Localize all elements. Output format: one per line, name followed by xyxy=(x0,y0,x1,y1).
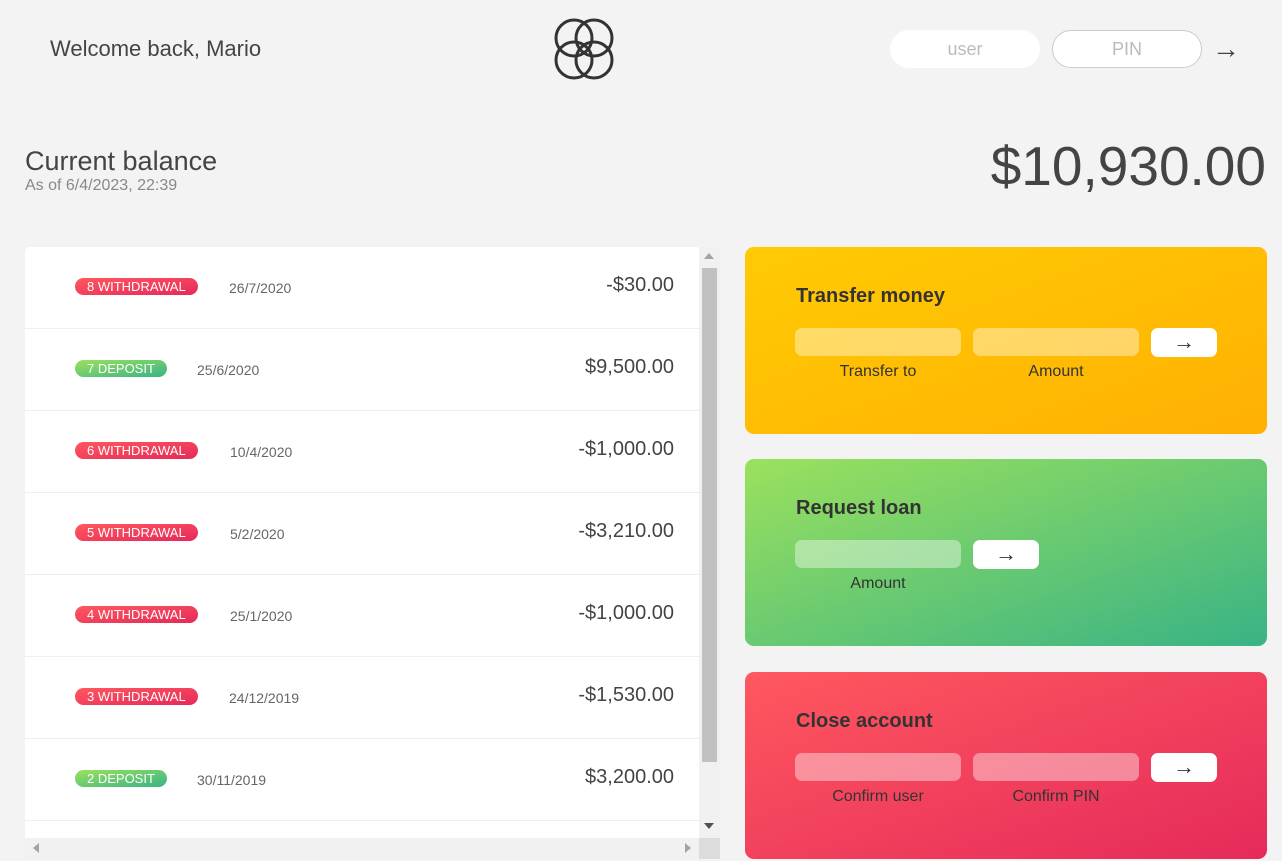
movement-type-badge: 3 WITHDRAWAL xyxy=(75,688,198,705)
movement-value: -$1,000.00 xyxy=(578,438,674,460)
movement-type-badge: 4 WITHDRAWAL xyxy=(75,606,198,623)
transfer-amount-label: Amount xyxy=(1028,363,1084,380)
movement-row: 7 DEPOSIT 25/6/2020 $9,500.00 xyxy=(25,329,699,411)
movement-value: -$1,530.00 xyxy=(578,684,674,706)
movement-row: 6 WITHDRAWAL 10/4/2020 -$1,000.00 xyxy=(25,411,699,493)
transfer-title: Transfer money xyxy=(796,285,945,307)
close-submit-button[interactable]: → xyxy=(1151,753,1217,782)
movement-value: -$1,000.00 xyxy=(578,602,674,624)
movement-date: 25/1/2020 xyxy=(230,608,293,624)
scroll-left-arrow-icon[interactable] xyxy=(33,843,39,853)
scroll-right-arrow-icon[interactable] xyxy=(685,843,691,853)
loan-amount-label: Amount xyxy=(850,575,906,592)
transfer-amount-input[interactable] xyxy=(973,328,1139,356)
loan-amount-input[interactable] xyxy=(795,540,961,568)
scrollbar-corner xyxy=(699,838,720,859)
movement-value: -$30.00 xyxy=(606,274,674,296)
movement-type-badge: 8 WITHDRAWAL xyxy=(75,278,198,295)
close-user-label: Confirm user xyxy=(832,788,924,805)
movement-row: 5 WITHDRAWAL 5/2/2020 -$3,210.00 xyxy=(25,493,699,575)
movement-type-badge: 7 DEPOSIT xyxy=(75,360,167,377)
movement-date: 10/4/2020 xyxy=(230,444,293,460)
movement-row: 2 DEPOSIT 30/11/2019 $3,200.00 xyxy=(25,739,699,821)
movement-date: 26/7/2020 xyxy=(229,280,292,296)
movements-list[interactable]: 8 WITHDRAWAL 26/7/2020 -$30.00 7 DEPOSIT… xyxy=(25,247,720,858)
movement-value: $3,200.00 xyxy=(585,766,674,788)
balance-label: Current balance xyxy=(25,146,218,176)
close-pin-input[interactable] xyxy=(973,753,1139,781)
movement-date: 30/11/2019 xyxy=(197,772,267,788)
close-account-panel: Close account → Confirm user Confirm PIN xyxy=(745,672,1267,859)
transfer-submit-button[interactable]: → xyxy=(1151,328,1217,357)
balance-value: $10,930.00 xyxy=(990,135,1266,197)
movement-date: 24/12/2019 xyxy=(229,690,300,706)
welcome-message: Welcome back, Mario xyxy=(50,36,262,61)
movement-row: 8 WITHDRAWAL 26/7/2020 -$30.00 xyxy=(25,247,699,329)
vertical-scrollbar-thumb[interactable] xyxy=(702,268,717,762)
close-user-input[interactable] xyxy=(795,753,961,781)
movement-value: -$3,210.00 xyxy=(578,520,674,542)
horizontal-scrollbar[interactable] xyxy=(25,838,699,859)
movement-date: 5/2/2020 xyxy=(230,526,285,542)
loan-submit-button[interactable]: → xyxy=(973,540,1039,569)
loan-panel: Request loan → Amount xyxy=(745,459,1267,646)
movement-row: 4 WITHDRAWAL 25/1/2020 -$1,000.00 xyxy=(25,575,699,657)
movement-type-badge: 2 DEPOSIT xyxy=(75,770,167,787)
transfer-panel: Transfer money → Transfer to Amount xyxy=(745,247,1267,434)
login-user-input[interactable]: user xyxy=(890,30,1040,68)
loan-title: Request loan xyxy=(796,497,922,519)
balance-date: As of 6/4/2023, 22:39 xyxy=(25,177,178,194)
movement-date: 25/6/2020 xyxy=(197,362,260,378)
movement-value: $9,500.00 xyxy=(585,356,674,378)
scroll-down-arrow-icon[interactable] xyxy=(704,823,714,829)
close-title: Close account xyxy=(796,710,933,732)
logo-icon xyxy=(554,18,614,80)
transfer-to-label: Transfer to xyxy=(839,363,917,380)
login-pin-input[interactable]: PIN xyxy=(1052,30,1202,68)
transfer-to-input[interactable] xyxy=(795,328,961,356)
movement-type-badge: 5 WITHDRAWAL xyxy=(75,524,198,541)
scroll-up-arrow-icon[interactable] xyxy=(704,253,714,259)
movement-type-badge: 6 WITHDRAWAL xyxy=(75,442,198,459)
movement-row: 3 WITHDRAWAL 24/12/2019 -$1,530.00 xyxy=(25,657,699,739)
close-pin-label: Confirm PIN xyxy=(1012,788,1100,805)
login-button[interactable]: → xyxy=(1212,30,1240,68)
